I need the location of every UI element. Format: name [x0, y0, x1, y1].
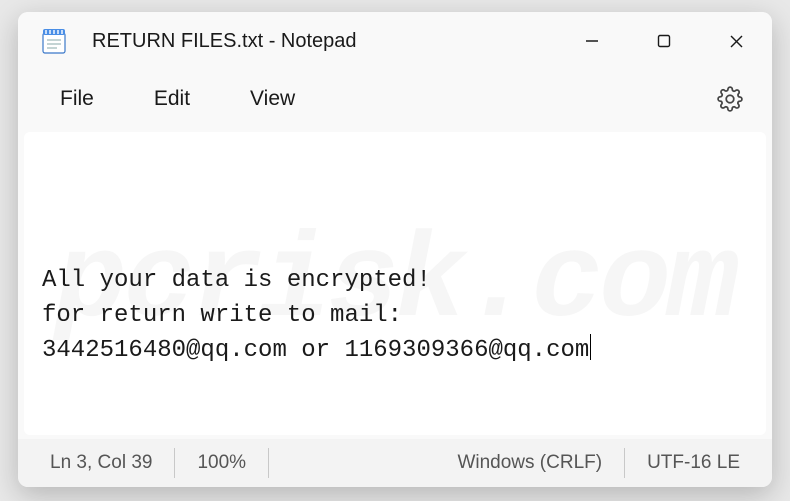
status-position: Ln 3, Col 39 — [28, 448, 175, 478]
close-icon — [729, 34, 744, 49]
minimize-button[interactable] — [556, 12, 628, 70]
editor-line-3: 3442516480@qq.com or 1169309366@qq.com — [42, 337, 589, 364]
menu-edit[interactable]: Edit — [124, 77, 220, 121]
notepad-window: RETURN FILES.txt - Notepad File Edi — [18, 12, 772, 487]
maximize-button[interactable] — [628, 12, 700, 70]
gear-icon — [717, 86, 743, 112]
status-line-ending: Windows (CRLF) — [435, 448, 625, 478]
text-editor[interactable]: pcrisk.com All your data is encrypted! f… — [24, 132, 766, 435]
status-encoding: UTF-16 LE — [625, 448, 762, 478]
close-button[interactable] — [700, 12, 772, 70]
editor-content: All your data is encrypted! for return w… — [42, 264, 748, 368]
window-controls — [556, 12, 772, 70]
editor-line-2: for return write to mail: — [42, 302, 402, 329]
titlebar: RETURN FILES.txt - Notepad — [18, 12, 772, 70]
statusbar: Ln 3, Col 39 100% Windows (CRLF) UTF-16 … — [18, 439, 772, 487]
notepad-icon — [40, 27, 68, 55]
text-caret — [590, 334, 591, 360]
menu-view[interactable]: View — [220, 77, 325, 121]
settings-button[interactable] — [706, 75, 754, 123]
status-zoom[interactable]: 100% — [175, 448, 269, 478]
menubar: File Edit View — [18, 70, 772, 128]
menu-file[interactable]: File — [30, 77, 124, 121]
maximize-icon — [657, 34, 671, 48]
minimize-icon — [585, 34, 599, 48]
editor-line-1: All your data is encrypted! — [42, 267, 431, 294]
window-title: RETURN FILES.txt - Notepad — [92, 30, 556, 53]
